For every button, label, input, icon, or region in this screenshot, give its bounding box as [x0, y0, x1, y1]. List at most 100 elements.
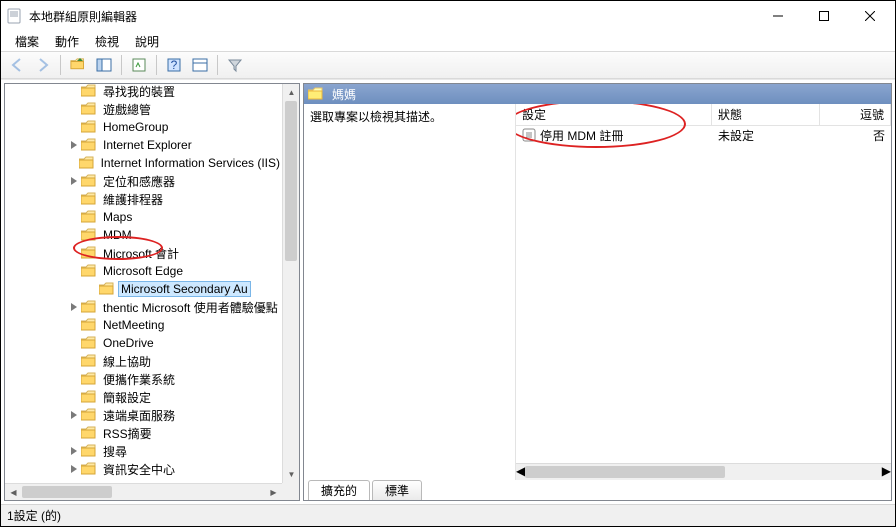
col-comment[interactable]: 逗號 [820, 104, 891, 125]
folder-icon [81, 354, 97, 368]
maximize-button[interactable] [801, 1, 847, 31]
tree-item[interactable]: Internet Explorer [5, 136, 282, 154]
scroll-right-icon[interactable]: ▶ [882, 464, 891, 480]
tree-item[interactable]: 便攜作業系統 [5, 370, 282, 388]
tab-extended[interactable]: 擴充的 [308, 480, 370, 501]
menu-help[interactable]: 說明 [127, 31, 167, 52]
tree-item[interactable]: Maps [5, 208, 282, 226]
folder-icon [81, 372, 97, 386]
folder-icon [81, 462, 97, 476]
scroll-left-icon[interactable]: ◀ [516, 464, 525, 480]
tree-item[interactable]: RSS摘要 [5, 424, 282, 442]
tree-item-label: 定位和感應器 [103, 175, 175, 189]
status-bar: 1設定 (的) [1, 504, 895, 526]
tree-item[interactable]: 簡報設定 [5, 388, 282, 406]
scroll-right-icon[interactable]: ▶ [265, 484, 282, 500]
tree-item[interactable]: OneDrive [5, 334, 282, 352]
tree-item[interactable]: 資訊安全中心 [5, 460, 282, 478]
tree-item-label: RSS摘要 [103, 427, 152, 441]
folder-icon [81, 138, 97, 152]
folder-icon [81, 300, 97, 314]
expand-icon[interactable] [67, 411, 81, 419]
cell-comment: 否 [820, 127, 891, 144]
cell-state: 未設定 [712, 127, 820, 144]
scroll-down-icon[interactable]: ▼ [283, 466, 299, 483]
tree-item[interactable]: 尋找我的裝置 [5, 84, 282, 100]
scroll-thumb[interactable] [22, 486, 112, 498]
filter-button[interactable] [223, 54, 247, 76]
tree-item-label: Internet Explorer [103, 138, 192, 152]
tree-item[interactable]: 定位和感應器 [5, 172, 282, 190]
col-state[interactable]: 狀態 [712, 104, 820, 125]
content-body: 選取專案以檢視其描述。 設定 狀態 逗號 停用 MDM 註冊未設定否 ◀ ▶ [304, 104, 891, 480]
tree-item[interactable]: Internet Information Services (IIS) [5, 154, 282, 172]
tree-item-label: thentic Microsoft 使用者體驗優點 [103, 301, 278, 315]
tree-item[interactable]: 遠端桌面服務 [5, 406, 282, 424]
folder-icon [81, 84, 97, 98]
tree-item-label: 線上協助 [103, 355, 151, 369]
folder-icon [81, 336, 97, 350]
policy-icon [522, 128, 536, 142]
tree-item-label: 搜尋 [103, 445, 127, 459]
folder-icon [81, 444, 97, 458]
settings-list: 設定 狀態 逗號 停用 MDM 註冊未設定否 ◀ ▶ [516, 104, 891, 480]
tree-pane: 尋找我的裝置遊戲總管HomeGroup Internet Explorer Inte… [4, 83, 300, 501]
tree-item[interactable]: Microsoft Secondary Au [5, 280, 282, 298]
forward-button[interactable] [31, 54, 55, 76]
tab-standard[interactable]: 標準 [372, 480, 422, 501]
tree-item-label: 便攜作業系統 [103, 373, 175, 387]
up-button[interactable] [66, 54, 90, 76]
tree-item-label: MDM [103, 228, 132, 242]
folder-icon [81, 408, 97, 422]
col-setting[interactable]: 設定 [516, 104, 712, 125]
tree-item[interactable]: HomeGroup [5, 118, 282, 136]
app-icon [7, 8, 23, 24]
tree-vscrollbar[interactable]: ▲ ▼ [282, 84, 299, 483]
expand-icon[interactable] [67, 465, 81, 473]
list-row[interactable]: 停用 MDM 註冊未設定否 [516, 126, 891, 144]
scroll-thumb[interactable] [525, 466, 725, 478]
tree-item[interactable]: 線上協助 [5, 352, 282, 370]
folder-icon [81, 264, 97, 278]
tree-item-label: OneDrive [103, 336, 154, 350]
tree-item-label: 尋找我的裝置 [103, 85, 175, 99]
folder-icon [81, 426, 97, 440]
scroll-left-icon[interactable]: ◀ [5, 484, 22, 500]
expand-icon[interactable] [67, 177, 81, 185]
tree-item[interactable]: 搜尋 [5, 442, 282, 460]
tree-item[interactable]: 遊戲總管 [5, 100, 282, 118]
tree[interactable]: 尋找我的裝置遊戲總管HomeGroup Internet Explorer Inte… [5, 84, 299, 500]
help-button[interactable]: ? [162, 54, 186, 76]
tree-item-label: Internet Information Services (IIS) [101, 156, 280, 170]
minimize-button[interactable] [755, 1, 801, 31]
cell-setting: 停用 MDM 註冊 [516, 127, 712, 144]
close-button[interactable] [847, 1, 893, 31]
properties-button[interactable] [127, 54, 151, 76]
menu-file[interactable]: 檔案 [7, 31, 47, 52]
list-hscrollbar[interactable]: ◀ ▶ [516, 463, 891, 480]
tree-item[interactable]: MDM [5, 226, 282, 244]
menu-action[interactable]: 動作 [47, 31, 87, 52]
tree-hscrollbar[interactable]: ◀ ▶ [5, 483, 282, 500]
tree-item[interactable]: Microsoft 會計 [5, 244, 282, 262]
tree-item-label: 遠端桌面服務 [103, 409, 175, 423]
expand-icon[interactable] [67, 303, 81, 311]
tree-item[interactable]: Microsoft Edge [5, 262, 282, 280]
expand-icon[interactable] [67, 141, 81, 149]
menu-view[interactable]: 檢視 [87, 31, 127, 52]
tree-item[interactable]: NetMeeting [5, 316, 282, 334]
expand-icon[interactable] [67, 447, 81, 455]
tree-item[interactable]: thentic Microsoft 使用者體驗優點 [5, 298, 282, 316]
menu-bar: 檔案 動作 檢視 說明 [1, 31, 895, 51]
tree-item-label: Maps [103, 210, 132, 224]
show-hide-tree-button[interactable] [92, 54, 116, 76]
description-panel: 選取專案以檢視其描述。 [304, 104, 516, 480]
window-title: 本地群組原則編輯器 [29, 8, 755, 25]
tree-item[interactable]: 維護排程器 [5, 190, 282, 208]
content-header: 媽媽 [304, 84, 891, 104]
scroll-up-icon[interactable]: ▲ [283, 84, 299, 101]
options-button[interactable] [188, 54, 212, 76]
back-button[interactable] [5, 54, 29, 76]
scroll-thumb[interactable] [285, 101, 297, 261]
scroll-corner [282, 483, 299, 500]
